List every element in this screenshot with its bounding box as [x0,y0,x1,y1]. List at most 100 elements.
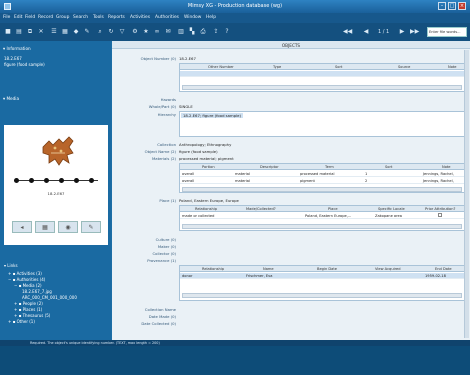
table-cell: processed material [300,172,335,176]
table-row[interactable]: overall material processed material 1 Je… [180,171,464,177]
links-header[interactable]: ▾ Links [4,263,110,268]
links-item-media[interactable]: − ▪ Media (2) [14,283,120,288]
first-record-icon[interactable]: ◀◀ [343,28,352,36]
information-header[interactable]: ▾ Information [3,46,31,54]
quick-search-input[interactable]: Enter file words... [427,27,467,37]
menu-record[interactable]: Record [38,15,53,20]
star-icon[interactable]: ★ [142,28,150,36]
menu-edit[interactable]: Edit [14,15,23,20]
last-record-icon[interactable]: ▶▶ [410,28,419,36]
link-icon[interactable]: ∞ [153,28,161,36]
refresh-icon[interactable]: ↻ [107,28,115,36]
media-grid-icon[interactable]: ▦ [35,221,55,233]
object-name-label: Object Name (2) [144,149,176,154]
record-pager: 1 / 1 [378,29,390,35]
column-header: Begin Date [317,267,337,271]
media-prev-icon[interactable]: ◂ [12,221,32,233]
object-number-value[interactable]: 18.2.E67 [179,56,196,61]
delete-icon[interactable]: ✕ [37,28,45,36]
minimize-icon[interactable]: – [438,2,446,10]
menu-field[interactable]: Field [25,15,35,20]
maker-label: Maker (0) [157,244,176,249]
search-icon[interactable]: ⌕ [96,28,104,36]
horizontal-scrollbar[interactable] [182,187,462,192]
menu-window[interactable]: Window [184,15,201,20]
links-item-other[interactable]: + ▪ Other (1) [8,319,114,324]
table-row[interactable] [180,71,464,77]
export-icon[interactable]: ⇪ [212,28,220,36]
table-cell: Zakopane area [375,214,402,218]
horizontal-scrollbar[interactable] [182,85,462,90]
prev-record-icon[interactable]: ◀ [362,28,370,36]
collection-name-label: Collection Name [144,307,176,312]
menu-activities[interactable]: Activities [130,15,150,20]
column-header: Prior Attribution? [425,207,456,211]
menu-tools[interactable]: Tools [93,15,104,20]
next-record-icon[interactable]: ▶ [398,28,406,36]
media-filmstrip[interactable] [14,177,98,185]
other-number-grid[interactable]: Other Number Type Sort Source Note [179,63,465,92]
links-item-label: 18.2.E67_7.jpg [22,289,52,294]
media-view-icon[interactable]: ◉ [58,221,78,233]
form-title: OBJECTS [281,43,301,48]
save-icon[interactable]: ▤ [15,28,23,36]
object-name-value[interactable]: figure (food sample) [179,149,218,154]
place-grid[interactable]: Relationship Made/Collected? Place Speci… [179,205,465,231]
print-icon[interactable]: ⎙ [199,28,207,36]
object-thumbnail[interactable] [39,133,77,169]
hierarchy-field[interactable]: 18.2.E67; figure (food sample) [179,111,465,137]
table-row[interactable]: overall material pigment 2 Jennings, Rac… [180,178,464,184]
column-header: End Date [435,267,452,271]
menu-file[interactable]: File [3,15,10,20]
vertical-scrollbar[interactable] [464,50,469,338]
links-item-people[interactable]: + ▪ People (2) [14,301,120,306]
mail-icon[interactable]: ✉ [164,28,172,36]
wholepart-value[interactable]: SINGLE [179,104,193,109]
column-header: Source [398,65,411,69]
table-cell: Frischmer, Eva [246,274,273,278]
links-item-activities[interactable]: + ▪ Activities (3) [8,271,114,276]
chart-icon[interactable]: ▚ [188,28,196,36]
materials-value[interactable]: processed material; pigment [179,156,234,161]
menu-search[interactable]: Search [73,15,88,20]
horizontal-scrollbar[interactable] [182,224,462,229]
links-item-authorities[interactable]: − ▪ Authorities (4) [8,277,114,282]
menu-authorities[interactable]: Authorities [155,15,179,20]
table-cell: Jennings, Rachel, [423,172,454,176]
grid-icon[interactable]: ▦ [61,28,69,36]
materials-grid[interactable]: Portion Descriptor Term Sort Note overal… [179,163,465,193]
table-row[interactable]: donor Frischmer, Eva 1959-02-18 [180,273,464,279]
table-cell: overall [182,172,195,176]
media-header[interactable]: ▾ Media [3,96,19,104]
links-item-label: Authorities (4) [16,277,46,282]
links-item-label: ARC_000_CM_001_000_000 [22,295,77,300]
column-header: View Acquired [375,267,401,271]
table-cell: pigment [300,179,315,183]
links-item-places[interactable]: + ▪ Places (1) [14,307,120,312]
table-icon[interactable]: ▥ [177,28,185,36]
place-value[interactable]: Poland, Eastern Europe, Europe [179,198,239,203]
hierarchy-value[interactable]: 18.2.E67; figure (food sample) [181,113,243,118]
horizontal-scrollbar[interactable] [182,293,462,298]
maximize-icon[interactable]: □ [448,2,456,10]
filter-icon[interactable]: ▽ [118,28,126,36]
table-row[interactable]: made or collected Poland, Eastern Europe… [180,213,464,219]
provenance-grid[interactable]: Relationship Name Begin Date View Acquir… [179,265,465,301]
menu-reports[interactable]: Reports [108,15,125,20]
collection-value[interactable]: Anthropology; Ethnography [179,142,231,147]
other-number-grid-header: Other Number Type Sort Source Note [180,64,464,70]
tools-icon[interactable]: ✎ [83,28,91,36]
prior-attribution-checkbox[interactable] [438,213,442,217]
tag-icon[interactable]: ◆ [72,28,80,36]
menu-group[interactable]: Group [56,15,69,20]
media-edit-icon[interactable]: ✎ [81,221,101,233]
menu-help[interactable]: Help [206,15,216,20]
toolbar: ■ ▤ ⧉ ✕ ☰ ▦ ◆ ✎ ⌕ ↻ ▽ ⚙ ★ ∞ ✉ ▥ ▚ ⎙ ⇪ ? … [0,23,470,41]
links-item-thesaurus[interactable]: + ▪ Thesaurus (5) [14,313,120,318]
close-icon[interactable]: × [458,2,466,10]
copy-icon[interactable]: ⧉ [26,28,34,36]
help-icon[interactable]: ? [223,28,231,36]
new-record-icon[interactable]: ■ [4,28,12,36]
gear-icon[interactable]: ⚙ [131,28,139,36]
list-icon[interactable]: ☰ [50,28,58,36]
